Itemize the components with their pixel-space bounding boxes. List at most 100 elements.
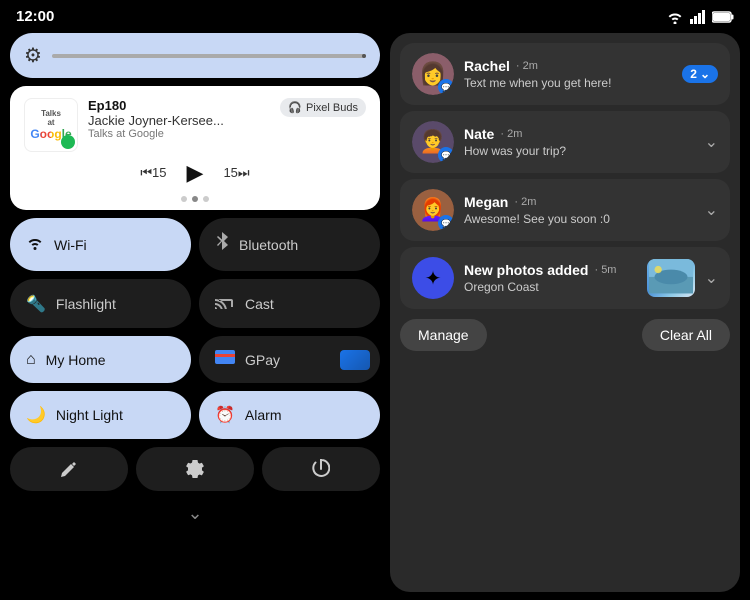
media-info: Ep180 Jackie Joyner-Kersee... Talks at G… bbox=[88, 98, 270, 140]
notification-footer: Manage Clear All bbox=[400, 319, 730, 351]
alarm-icon: ⏰ bbox=[215, 405, 235, 425]
chevron-down-icon[interactable]: ⌄ bbox=[187, 503, 202, 524]
gpay-card-visual bbox=[340, 350, 370, 370]
notification-photos[interactable]: ✦ New photos added · 5m Oregon Coast ⌄ bbox=[400, 247, 730, 309]
notifications-panel: 👩 💬 Rachel · 2m Text me when you get her… bbox=[390, 33, 740, 592]
forward-btn[interactable]: 15⏭ bbox=[223, 165, 249, 181]
messenger-badge-megan: 💬 bbox=[438, 215, 454, 231]
media-title: Jackie Joyner-Kersee... bbox=[88, 113, 270, 128]
bluetooth-toggle[interactable]: Bluetooth bbox=[199, 218, 380, 271]
bluetooth-label: Bluetooth bbox=[239, 237, 298, 253]
wifi-toggle[interactable]: Wi-Fi bbox=[10, 218, 191, 271]
my-home-toggle[interactable]: ⌂ My Home bbox=[10, 336, 191, 383]
google-photos-icon: ✦ bbox=[412, 257, 454, 299]
media-source: Talks at Google bbox=[88, 128, 270, 140]
rachel-avatar: 👩 💬 bbox=[412, 53, 454, 95]
megan-actions: ⌄ bbox=[705, 200, 718, 220]
rachel-actions: 2 ⌄ bbox=[682, 65, 718, 83]
night-light-icon: 🌙 bbox=[26, 405, 46, 425]
media-top: Talks at Google Ep180 Jackie Joyner-Kers… bbox=[24, 98, 366, 152]
cast-label: Cast bbox=[245, 296, 274, 312]
media-card: Talks at Google Ep180 Jackie Joyner-Kers… bbox=[10, 86, 380, 210]
status-bar: 12:00 bbox=[0, 0, 750, 29]
media-controls[interactable]: ⏮15 ▶ 15⏭ bbox=[24, 160, 366, 186]
gpay-label: GPay bbox=[245, 352, 280, 368]
gpay-icon bbox=[215, 350, 235, 369]
status-icons bbox=[666, 10, 734, 24]
dot-1 bbox=[181, 196, 187, 202]
nate-name: Nate bbox=[464, 126, 494, 142]
megan-name: Megan bbox=[464, 194, 508, 210]
expand-nate-btn[interactable]: ⌄ bbox=[705, 132, 718, 152]
brightness-track[interactable] bbox=[52, 54, 366, 58]
play-btn[interactable]: ▶ bbox=[187, 160, 204, 186]
brightness-icon: ⚙ bbox=[24, 43, 42, 68]
wifi-label: Wi-Fi bbox=[54, 237, 87, 253]
cast-icon bbox=[215, 293, 235, 314]
cast-toggle[interactable]: Cast bbox=[199, 279, 380, 328]
toggles-grid: Wi-Fi Bluetooth 🔦 Flashlight Cast bbox=[10, 218, 380, 439]
rachel-content: Rachel · 2m Text me when you get here! bbox=[464, 58, 672, 90]
clear-all-button[interactable]: Clear All bbox=[642, 319, 730, 351]
episode-label: Ep180 bbox=[88, 98, 270, 113]
flashlight-toggle[interactable]: 🔦 Flashlight bbox=[10, 279, 191, 328]
photos-title: New photos added bbox=[464, 262, 588, 278]
gear-icon bbox=[185, 459, 205, 479]
flashlight-icon: 🔦 bbox=[26, 294, 46, 314]
notification-nate[interactable]: 🧑‍🦱 💬 Nate · 2m How was your trip? ⌄ bbox=[400, 111, 730, 173]
megan-content: Megan · 2m Awesome! See you soon :0 bbox=[464, 194, 695, 226]
notification-megan[interactable]: 👩‍🦰 💬 Megan · 2m Awesome! See you soon :… bbox=[400, 179, 730, 241]
settings-button[interactable] bbox=[136, 447, 254, 491]
bottom-actions bbox=[10, 447, 380, 491]
night-light-toggle[interactable]: 🌙 Night Light bbox=[10, 391, 191, 439]
dot-3 bbox=[203, 196, 209, 202]
dot-2 bbox=[192, 196, 198, 202]
chevron-down-icon[interactable]: ⌄ bbox=[700, 67, 710, 81]
brightness-row[interactable]: ⚙ bbox=[10, 33, 380, 78]
megan-avatar: 👩‍🦰 💬 bbox=[412, 189, 454, 231]
expand-photos-btn[interactable]: ⌄ bbox=[705, 268, 718, 288]
alarm-toggle[interactable]: ⏰ Alarm bbox=[199, 391, 380, 439]
megan-time: · 2m bbox=[514, 196, 536, 208]
photo-thumbnail bbox=[647, 259, 695, 297]
left-panel: ⚙ Talks at Google Ep180 Jackie Joyner- bbox=[10, 33, 380, 592]
power-button[interactable] bbox=[262, 447, 380, 491]
photos-subtitle: Oregon Coast bbox=[464, 280, 637, 294]
photos-content: New photos added · 5m Oregon Coast bbox=[464, 262, 637, 294]
night-light-label: Night Light bbox=[56, 407, 123, 423]
album-art: Talks at Google bbox=[24, 98, 78, 152]
megan-message: Awesome! See you soon :0 bbox=[464, 212, 695, 226]
rewind-btn[interactable]: ⏮15 bbox=[140, 165, 166, 181]
nate-avatar: 🧑‍🦱 💬 bbox=[412, 121, 454, 163]
nate-content: Nate · 2m How was your trip? bbox=[464, 126, 695, 158]
expand-megan-btn[interactable]: ⌄ bbox=[705, 200, 718, 220]
flashlight-label: Flashlight bbox=[56, 296, 116, 312]
manage-button[interactable]: Manage bbox=[400, 319, 487, 351]
spotify-icon bbox=[61, 135, 75, 149]
my-home-label: My Home bbox=[46, 352, 106, 368]
time: 12:00 bbox=[16, 8, 54, 25]
main-content: ⚙ Talks at Google Ep180 Jackie Joyner- bbox=[0, 29, 750, 600]
home-icon: ⌂ bbox=[26, 351, 36, 369]
unread-count-badge: 2 ⌄ bbox=[682, 65, 718, 83]
nate-time: · 2m bbox=[500, 128, 522, 140]
signal-icon bbox=[690, 10, 706, 24]
bluetooth-icon bbox=[215, 232, 229, 257]
media-dots bbox=[24, 196, 366, 202]
device-badge: 🎧 Pixel Buds bbox=[280, 98, 366, 117]
power-icon bbox=[312, 459, 330, 479]
messenger-badge-nate: 💬 bbox=[438, 147, 454, 163]
battery-icon bbox=[712, 11, 734, 23]
edit-button[interactable] bbox=[10, 447, 128, 491]
rachel-time: · 2m bbox=[516, 60, 538, 72]
gpay-toggle[interactable]: GPay bbox=[199, 336, 380, 383]
nate-message: How was your trip? bbox=[464, 144, 695, 158]
photos-time: · 5m bbox=[594, 264, 616, 276]
headphones-icon: 🎧 bbox=[288, 101, 302, 114]
alarm-label: Alarm bbox=[245, 407, 282, 423]
chevron-row[interactable]: ⌄ bbox=[10, 499, 380, 528]
messenger-badge: 💬 bbox=[438, 79, 454, 95]
rachel-message: Text me when you get here! bbox=[464, 76, 672, 90]
notification-rachel[interactable]: 👩 💬 Rachel · 2m Text me when you get her… bbox=[400, 43, 730, 105]
nate-actions: ⌄ bbox=[705, 132, 718, 152]
